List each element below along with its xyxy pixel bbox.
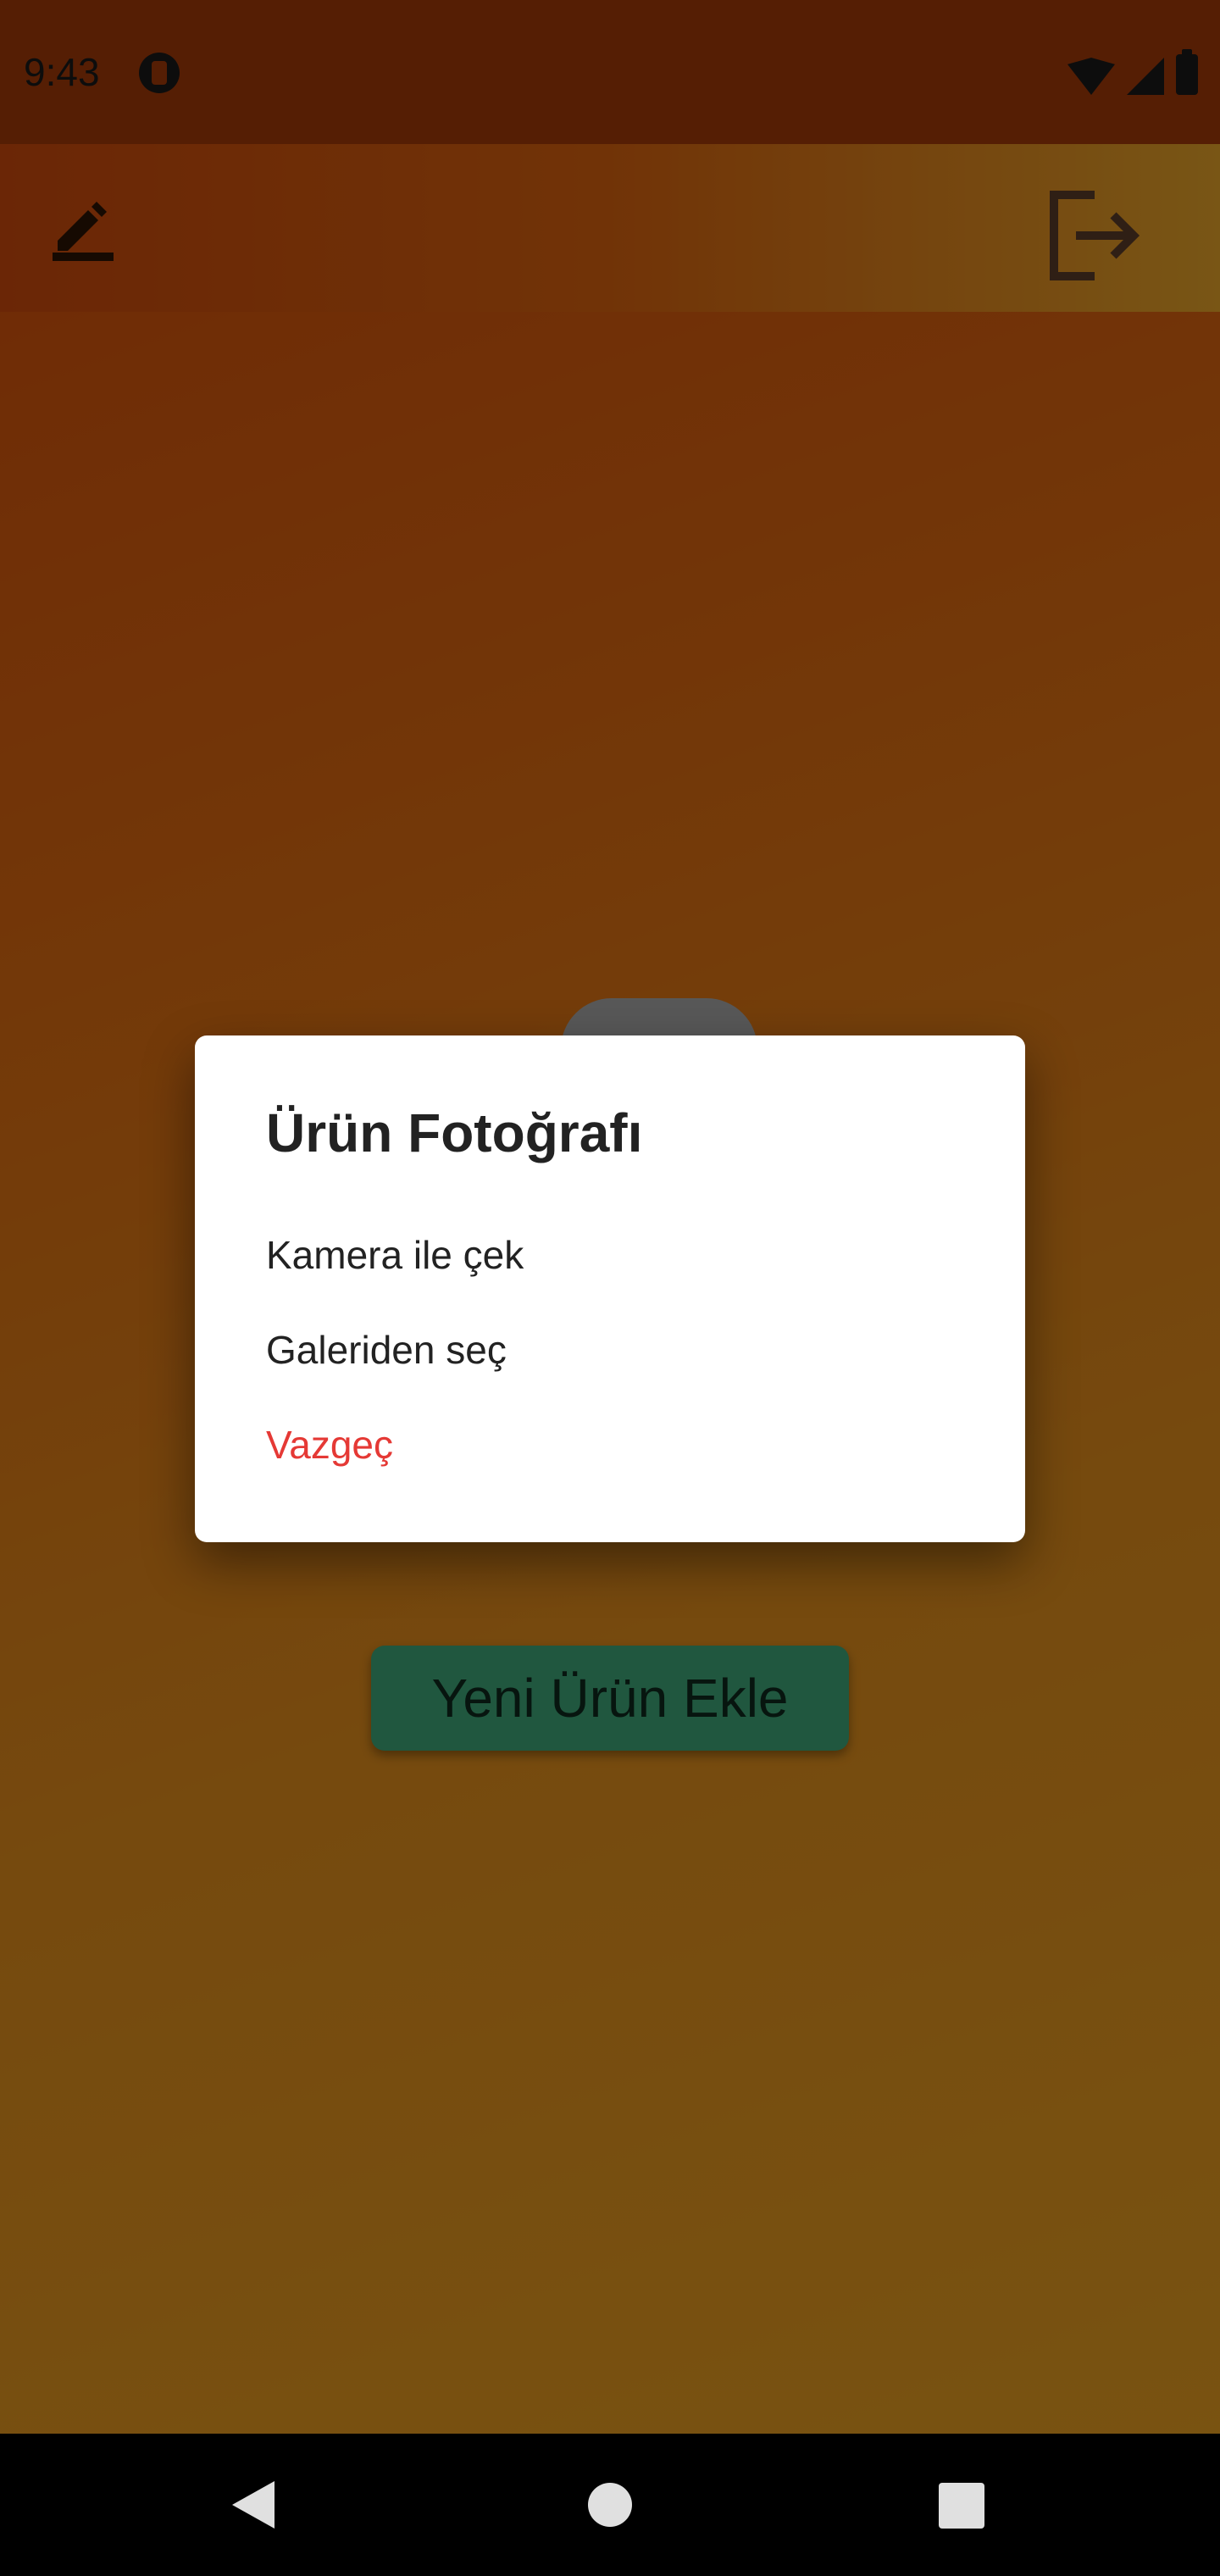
dialog-title: Ürün Fotoğrafı xyxy=(266,1102,643,1163)
take-photo-option[interactable]: Kamera ile çek xyxy=(266,1232,524,1278)
navigation-bar xyxy=(0,2434,1220,2576)
home-icon[interactable] xyxy=(588,2483,632,2527)
app-screen: 9:43 Yeni Ürün Ekle Ürün Fotoğrafı Kamer… xyxy=(0,0,1220,2434)
back-icon[interactable] xyxy=(232,2481,274,2529)
recents-icon[interactable] xyxy=(939,2483,984,2529)
cancel-option[interactable]: Vazgeç xyxy=(266,1422,393,1468)
choose-from-gallery-option[interactable]: Galeriden seç xyxy=(266,1327,507,1373)
photo-source-dialog: Ürün Fotoğrafı Kamera ile çek Galeriden … xyxy=(195,1035,1025,1542)
